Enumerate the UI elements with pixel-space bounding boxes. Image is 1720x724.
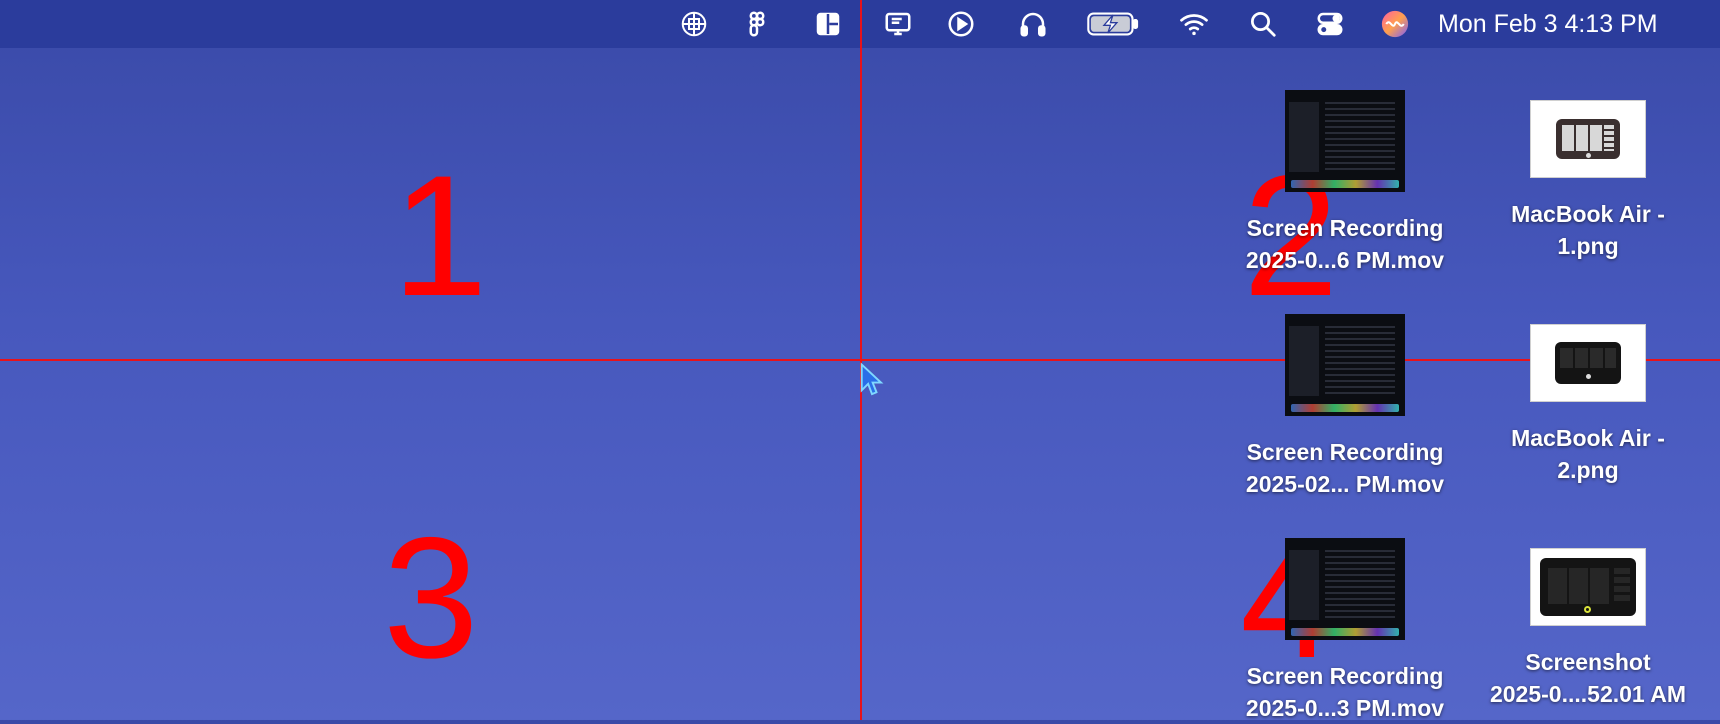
wifi-icon[interactable]: [1178, 8, 1210, 40]
desktop-file-screen-recording-2[interactable]: Screen Recording 2025-02... PM.mov: [1235, 314, 1455, 500]
quadrant-label-1: 1: [392, 140, 488, 332]
file-label: MacBook Air - 1.png: [1511, 201, 1665, 259]
video-thumbnail: [1285, 538, 1405, 640]
headphones-icon[interactable]: [1017, 8, 1049, 40]
desktop-file-screenshot[interactable]: Screenshot 2025-0....52.01 AM: [1478, 538, 1698, 710]
horizontal-divider-line: [0, 359, 1720, 361]
file-label: Screen Recording 2025-0...6 PM.mov: [1245, 215, 1445, 273]
file-label: MacBook Air - 2.png: [1511, 425, 1665, 483]
video-thumbnail: [1285, 314, 1405, 416]
siri-icon[interactable]: [1379, 8, 1411, 40]
chatgpt-icon[interactable]: [678, 8, 710, 40]
file-label: Screen Recording 2025-0...3 PM.mov: [1245, 663, 1445, 721]
control-center-icon[interactable]: [1314, 8, 1346, 40]
quadrant-label-3: 3: [383, 502, 479, 694]
image-thumbnail: [1530, 548, 1646, 626]
desktop-file-screen-recording-3[interactable]: Screen Recording 2025-0...3 PM.mov: [1235, 538, 1455, 724]
menu-bar-clock[interactable]: Mon Feb 3 4:13 PM: [1438, 0, 1658, 48]
file-label: Screen Recording 2025-02... PM.mov: [1245, 439, 1445, 497]
desktop-file-screen-recording-1[interactable]: Screen Recording 2025-0...6 PM.mov: [1235, 90, 1455, 276]
image-thumbnail: [1530, 324, 1646, 402]
mouse-cursor-icon: [860, 362, 884, 396]
search-icon[interactable]: [1247, 8, 1279, 40]
desktop-file-macbook-air-1[interactable]: MacBook Air - 1.png: [1478, 90, 1698, 262]
video-thumbnail: [1285, 90, 1405, 192]
image-thumbnail: [1530, 100, 1646, 178]
desktop-file-macbook-air-2[interactable]: MacBook Air - 2.png: [1478, 314, 1698, 486]
play-circle-icon[interactable]: [945, 8, 977, 40]
display-icon[interactable]: [882, 8, 914, 40]
figma-icon[interactable]: [741, 8, 773, 40]
file-label: Screenshot 2025-0....52.01 AM: [1489, 649, 1687, 707]
battery-charging-icon[interactable]: [1087, 8, 1139, 40]
window-layout-icon[interactable]: [812, 8, 844, 40]
